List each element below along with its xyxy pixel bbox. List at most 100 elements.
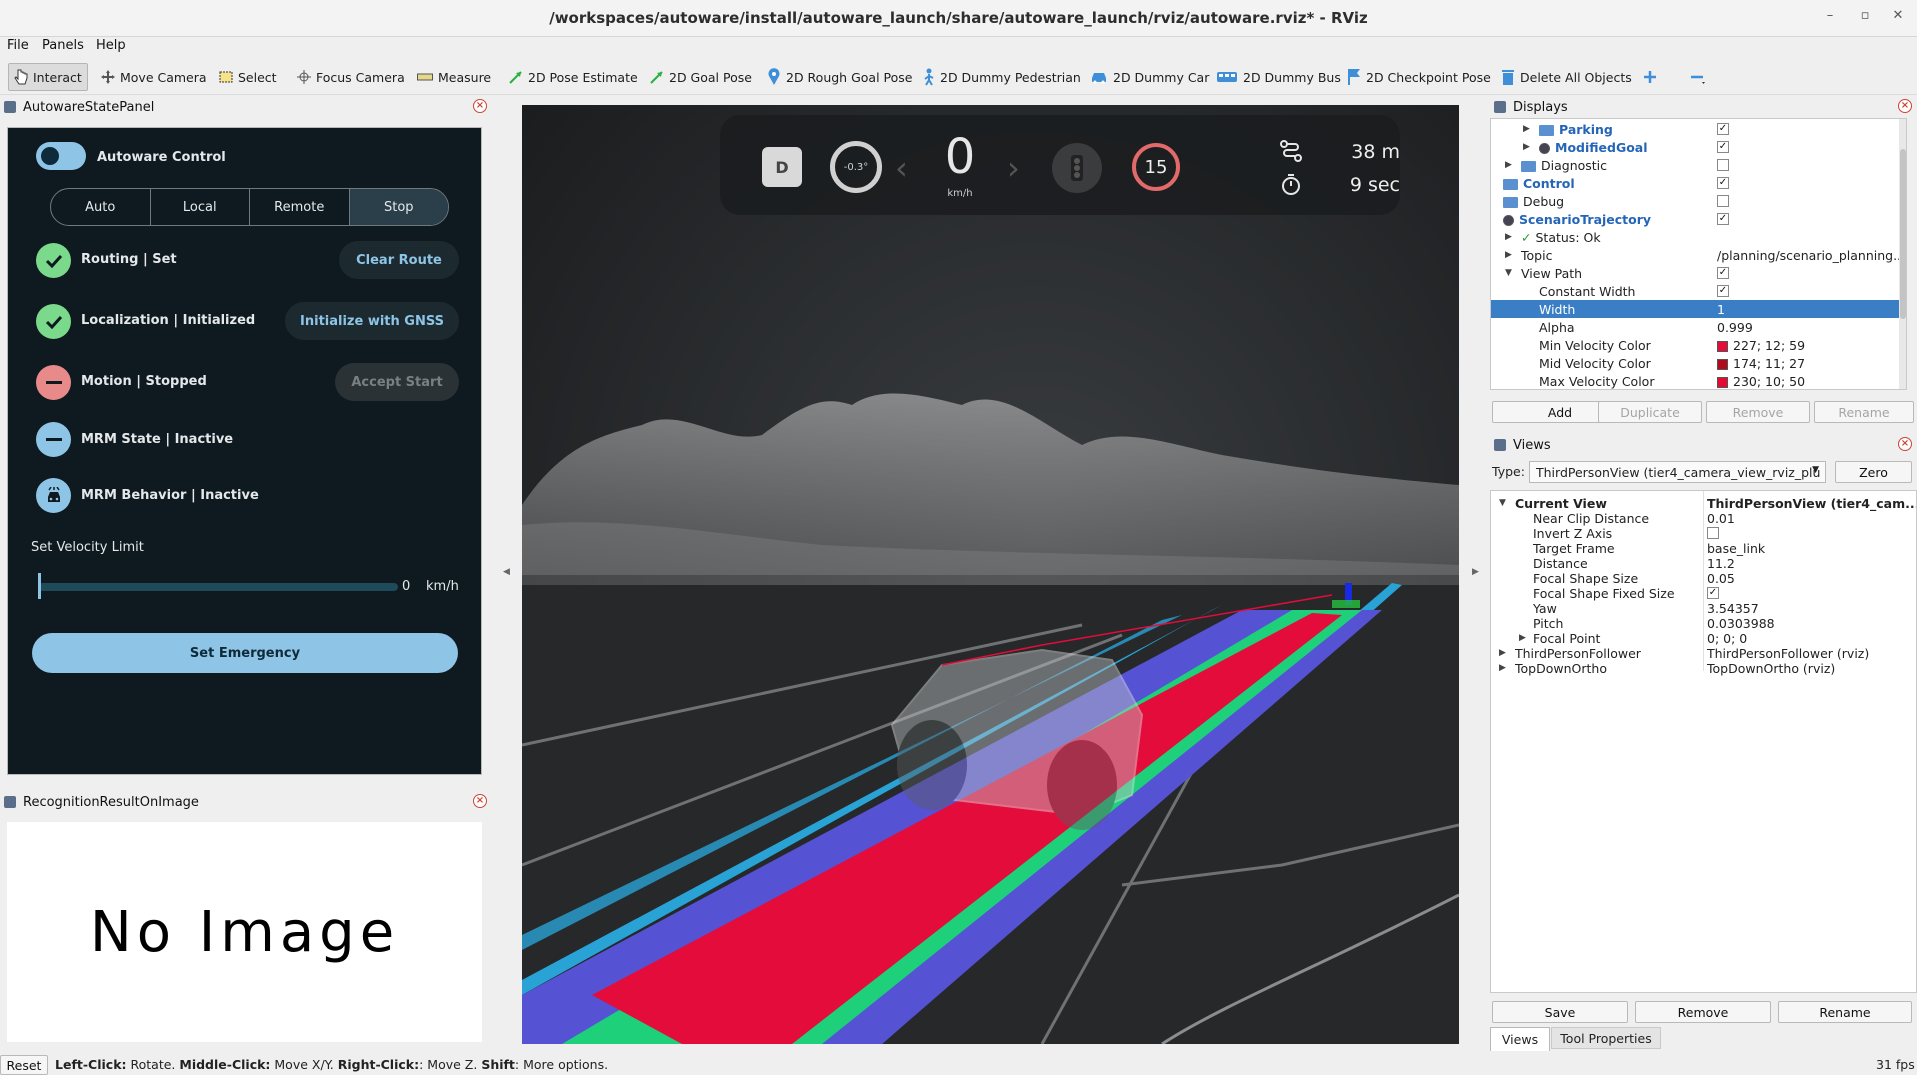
tool-label: 2D Pose Estimate xyxy=(528,69,638,85)
view-type-select[interactable]: ThirdPersonView (tier4_camera_view_rviz_… xyxy=(1529,461,1826,483)
set-emergency-button[interactable]: Set Emergency xyxy=(32,633,458,673)
menu-bar: File Panels Help xyxy=(0,37,1917,59)
folder-icon xyxy=(1521,160,1536,172)
tool-interact[interactable]: Interact xyxy=(8,63,88,91)
tool-focus-camera[interactable]: Focus Camera xyxy=(292,63,410,91)
traffic-light-icon xyxy=(1052,143,1102,193)
reset-button[interactable]: Reset xyxy=(0,1055,48,1075)
tool-2d-dummy-car[interactable]: 2D Dummy Car xyxy=(1085,63,1214,91)
displays-header: Displays xyxy=(1490,97,1917,117)
remove-view-button[interactable]: Remove xyxy=(1635,1001,1771,1023)
mode-auto-button[interactable]: Auto xyxy=(51,189,151,225)
green-arrow-icon xyxy=(509,71,522,84)
minimize-button[interactable]: – xyxy=(1820,8,1840,23)
render-3d-view[interactable]: D -0.3° ‹ 0 km/h › 15 38 m 9 sec xyxy=(522,105,1459,1044)
view-top-down-ortho[interactable]: ▶ TopDownOrtho TopDownOrtho (rviz) xyxy=(1491,659,1916,677)
close-icon[interactable]: × xyxy=(473,794,487,808)
map-pin-icon xyxy=(768,68,780,85)
tab-tool-properties[interactable]: Tool Properties xyxy=(1551,1027,1661,1049)
restore-button[interactable]: ▫ xyxy=(1855,8,1875,23)
close-window-button[interactable]: ✕ xyxy=(1888,8,1908,23)
remove-display-button[interactable]: Remove xyxy=(1706,401,1810,423)
property-status[interactable]: ▶ ✓ Status: Ok xyxy=(1491,228,1906,246)
autoware-control-toggle[interactable] xyxy=(36,142,86,170)
tool-label: Select xyxy=(238,69,277,85)
zero-button[interactable]: Zero xyxy=(1835,461,1912,483)
displays-title: Displays xyxy=(1513,99,1568,115)
accept-start-button[interactable]: Accept Start xyxy=(335,363,459,401)
tool-2d-dummy-pedestrian[interactable]: 2D Dummy Pedestrian xyxy=(918,63,1086,91)
tool-label: 2D Dummy Car xyxy=(1113,69,1210,85)
autoware-state-panel: Autoware Control Auto Local Remote Stop … xyxy=(7,127,482,775)
scene-canvas xyxy=(522,105,1459,1044)
speed-increase-icon: › xyxy=(1007,149,1020,187)
menu-panels[interactable]: Panels xyxy=(42,38,84,53)
add-tool-button[interactable] xyxy=(1638,63,1662,91)
clear-route-button[interactable]: Clear Route xyxy=(339,241,459,279)
plugin-icon xyxy=(1539,142,1550,154)
check-icon: ✓ xyxy=(1521,229,1532,245)
tab-views[interactable]: Views xyxy=(1490,1027,1550,1051)
displays-scrollbar[interactable] xyxy=(1899,119,1906,389)
steering-angle: -0.3° xyxy=(843,161,869,173)
tool-2d-goal-pose[interactable]: 2D Goal Pose xyxy=(645,63,757,91)
color-swatch xyxy=(1717,358,1728,370)
views-tree: ▼ Current View ThirdPersonView (tier4_ca… xyxy=(1490,490,1917,993)
tool-label: 2D Dummy Bus xyxy=(1243,69,1341,85)
recognition-panel-title: RecognitionResultOnImage xyxy=(23,794,199,810)
remove-tool-button[interactable] xyxy=(1685,63,1711,91)
property-topic[interactable]: ▶ Topic /planning/scenario_planning... xyxy=(1491,246,1906,264)
velocity-slider-handle[interactable] xyxy=(38,573,41,599)
close-icon[interactable]: × xyxy=(1898,99,1912,113)
mode-stop-button[interactable]: Stop xyxy=(349,189,448,225)
mode-remote-button[interactable]: Remote xyxy=(250,189,350,225)
rename-view-button[interactable]: Rename xyxy=(1778,1001,1912,1023)
color-swatch xyxy=(1717,340,1728,352)
rename-display-button[interactable]: Rename xyxy=(1814,401,1914,423)
tool-2d-checkpoint-pose[interactable]: 2D Checkpoint Pose xyxy=(1342,63,1496,91)
save-view-button[interactable]: Save xyxy=(1492,1001,1628,1023)
property-view-path[interactable]: ▼ View Path ✓ xyxy=(1491,264,1906,282)
initialize-gnss-button[interactable]: Initialize with GNSS xyxy=(285,302,459,340)
minus-circle-icon xyxy=(36,422,71,457)
property-min-velocity-color[interactable]: Min Velocity Color 227; 12; 59 xyxy=(1491,336,1906,354)
display-item-scenario-trajectory[interactable]: ScenarioTrajectory ✓ xyxy=(1491,210,1906,228)
color-swatch xyxy=(1717,376,1728,388)
property-constant-width[interactable]: Constant Width ✓ xyxy=(1491,282,1906,300)
property-mid-velocity-color[interactable]: Mid Velocity Color 174; 11; 27 xyxy=(1491,354,1906,372)
recognition-image: No Image xyxy=(7,822,482,1042)
routing-status: Routing | Set xyxy=(81,252,177,267)
tool-2d-dummy-bus[interactable]: 2D Dummy Bus xyxy=(1211,63,1346,91)
display-item-modified-goal[interactable]: ▶ ModifiedGoal ✓ xyxy=(1491,138,1906,156)
focus-crosshair-icon xyxy=(297,70,311,84)
tool-delete-all-objects[interactable]: Delete All Objects xyxy=(1496,63,1637,91)
remaining-time: 9 sec xyxy=(1349,174,1400,196)
tool-label: Move Camera xyxy=(120,69,207,85)
property-alpha[interactable]: Alpha 0.999 xyxy=(1491,318,1906,336)
green-arrow-icon xyxy=(650,71,663,84)
collapse-left-arrow-icon[interactable]: ◀ xyxy=(503,567,510,577)
tool-2d-rough-goal-pose[interactable]: 2D Rough Goal Pose xyxy=(762,63,917,91)
property-width[interactable]: Width 1 xyxy=(1491,300,1901,318)
close-icon[interactable]: × xyxy=(473,99,487,113)
localization-status: Localization | Initialized xyxy=(81,313,256,328)
velocity-slider-track[interactable] xyxy=(38,583,398,591)
display-item-debug[interactable]: Debug xyxy=(1491,192,1906,210)
close-icon[interactable]: × xyxy=(1898,437,1912,451)
steering-wheel-icon: -0.3° xyxy=(830,141,882,193)
pedestrian-icon xyxy=(924,68,934,86)
collapse-right-arrow-icon[interactable]: ▶ xyxy=(1472,567,1479,577)
tool-select[interactable]: Select xyxy=(214,63,282,91)
tool-move-camera[interactable]: Move Camera xyxy=(96,63,212,91)
property-max-velocity-color[interactable]: Max Velocity Color 230; 10; 50 xyxy=(1491,372,1906,389)
tool-measure[interactable]: Measure xyxy=(412,63,496,91)
tool-2d-pose-estimate[interactable]: 2D Pose Estimate xyxy=(504,63,643,91)
display-item-control[interactable]: Control ✓ xyxy=(1491,174,1906,192)
display-item-parking[interactable]: ▶ Parking ✓ xyxy=(1491,120,1906,138)
speed-limit-sign: 15 xyxy=(1132,143,1180,191)
duplicate-display-button[interactable]: Duplicate xyxy=(1598,401,1702,423)
menu-help[interactable]: Help xyxy=(96,38,126,53)
mode-local-button[interactable]: Local xyxy=(151,189,250,225)
menu-file[interactable]: File xyxy=(7,38,29,53)
display-item-diagnostic[interactable]: ▶ Diagnostic xyxy=(1491,156,1906,174)
